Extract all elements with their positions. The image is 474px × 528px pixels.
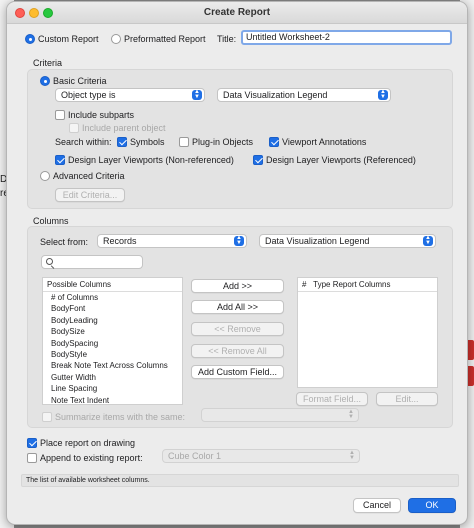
chevron-updown-icon: ▲ ▼ [192,89,202,100]
select-from-label: Select from: [40,237,89,247]
list-item[interactable]: Gutter Width [43,372,182,383]
list-item[interactable]: Note Text Indent [43,395,182,404]
edit-criteria-button[interactable]: Edit Criteria... [55,188,125,202]
record-select[interactable]: Data Visualization Legend ▲ ▼ [259,234,436,248]
ok-button[interactable]: OK [408,498,456,513]
chevron-updown-icon: ▲ ▼ [348,409,354,420]
format-field-button[interactable]: Format Field... [296,392,368,406]
column-search-field[interactable] [41,255,143,269]
list-item[interactable]: BodyFont [43,303,182,314]
object-value-select[interactable]: Data Visualization Legend ▲ ▼ [217,88,391,102]
dlv-nonref-checkbox[interactable]: Design Layer Viewports (Non-referenced) [55,154,234,165]
add-button[interactable]: Add >> [191,279,284,293]
title-bar: Create Report [7,2,467,24]
title-input[interactable]: Untitled Worksheet-2 [241,30,452,45]
checkbox-icon [69,122,79,133]
include-subparts-checkbox[interactable]: Include subparts [55,109,134,120]
search-icon [46,258,53,265]
report-columns-header: # Type Report Columns [298,278,437,292]
remove-button[interactable]: << Remove [191,322,284,336]
list-item[interactable]: Break Note Text Across Columns [43,360,182,371]
edit-column-button[interactable]: Edit... [376,392,438,406]
report-columns-list[interactable]: # Type Report Columns [297,277,438,388]
preformatted-report-radio[interactable]: Preformatted Report [111,33,206,44]
object-type-select[interactable]: Object type is ▲ ▼ [55,88,205,102]
viewport-annotations-checkbox[interactable]: Viewport Annotations [269,136,366,147]
radio-unselected-icon [111,33,121,44]
possible-columns-list[interactable]: Possible Columns # of Columns BodyFont B… [42,277,183,405]
checkbox-checked-icon [253,154,263,165]
search-within-label: Search within: [55,137,112,147]
list-item[interactable]: # of Columns [43,292,182,303]
append-report-select[interactable]: Cube Color 1 ▲ ▼ [162,449,360,463]
window-title: Create Report [203,7,271,18]
chevron-updown-icon: ▲ ▼ [234,235,244,246]
checkbox-icon [27,452,37,463]
columns-section-label: Columns [33,216,69,226]
create-report-dialog: Create Report Custom Report Preformatted… [6,1,468,525]
chevron-updown-icon: ▲ ▼ [349,450,355,461]
checkbox-checked-icon [27,437,37,448]
add-custom-field-button[interactable]: Add Custom Field... [191,365,284,379]
remove-all-button[interactable]: << Remove All [191,344,284,358]
include-parent-checkbox[interactable]: Include parent object [69,122,166,133]
checkbox-icon [179,136,189,147]
symbols-checkbox[interactable]: Symbols [117,136,165,147]
checkbox-icon [42,411,52,422]
add-all-button[interactable]: Add All >> [191,300,284,314]
source-select[interactable]: Records ▲ ▼ [97,234,247,248]
basic-criteria-radio[interactable]: Basic Criteria [40,75,107,86]
custom-report-radio[interactable]: Custom Report [25,33,99,44]
checkbox-checked-icon [269,136,279,147]
list-item[interactable]: BodyLeading [43,315,182,326]
list-item[interactable]: Line Spacing [43,383,182,394]
list-item[interactable]: BodySpacing [43,338,182,349]
status-bar: The list of available worksheet columns. [21,474,459,487]
checkbox-checked-icon [55,154,65,165]
title-label: Title: [217,34,237,44]
chevron-updown-icon: ▲ ▼ [423,235,433,246]
chevron-updown-icon: ▲ ▼ [378,89,388,100]
list-item[interactable]: BodyStyle [43,349,182,360]
radio-selected-icon [40,75,50,86]
list-item[interactable]: BodySize [43,326,182,337]
summarize-checkbox[interactable]: Summarize items with the same: [42,411,185,422]
append-report-checkbox[interactable]: Append to existing report: [27,452,143,463]
checkbox-checked-icon [117,136,127,147]
possible-columns-header: Possible Columns [43,278,182,292]
dlv-ref-checkbox[interactable]: Design Layer Viewports (Referenced) [253,154,416,165]
cancel-button[interactable]: Cancel [353,498,401,513]
radio-selected-icon [25,33,35,44]
radio-unselected-icon [40,170,50,181]
criteria-section-label: Criteria [33,58,63,68]
advanced-criteria-radio[interactable]: Advanced Criteria [40,170,125,181]
summarize-select[interactable]: ▲ ▼ [201,408,359,422]
checkbox-icon [55,109,65,120]
place-on-drawing-checkbox[interactable]: Place report on drawing [27,437,135,448]
plugin-objects-checkbox[interactable]: Plug-in Objects [179,136,253,147]
